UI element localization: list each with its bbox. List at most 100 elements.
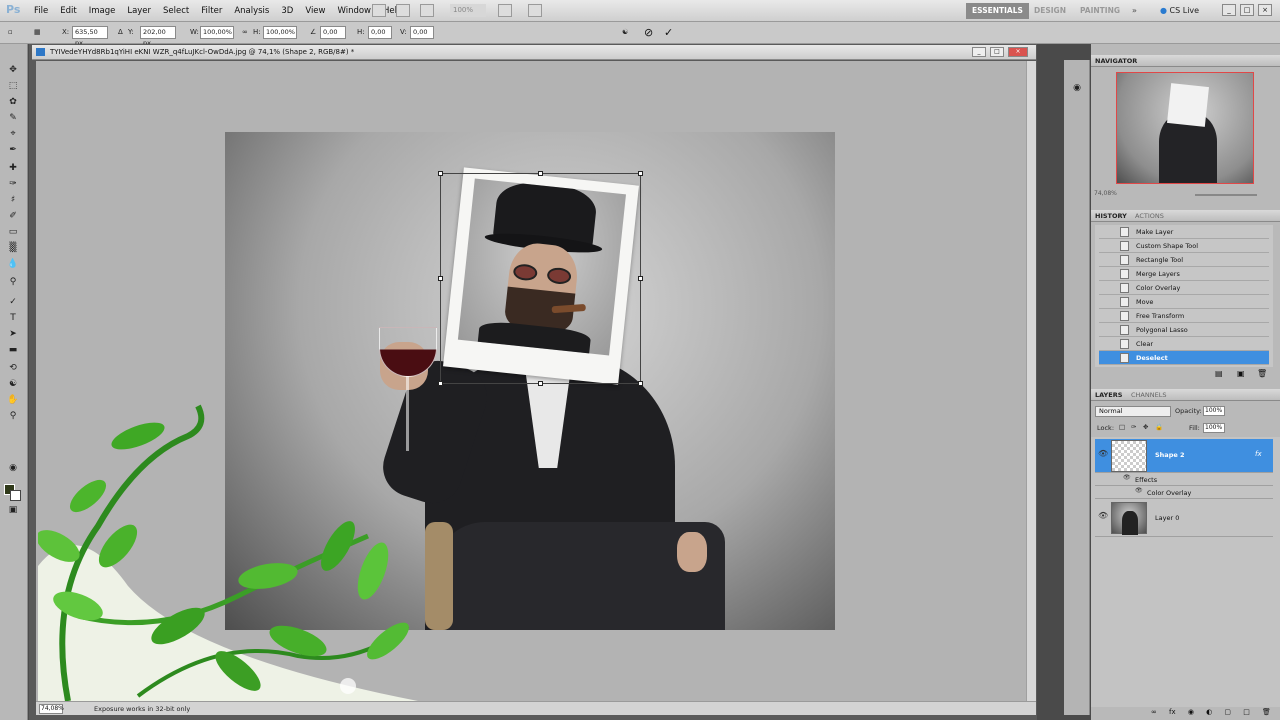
healing-brush-tool-icon[interactable]: ✚ bbox=[6, 162, 20, 174]
lock-image-icon[interactable]: ✑ bbox=[1131, 423, 1136, 431]
shape-tool-icon[interactable]: ▬ bbox=[6, 344, 20, 356]
screen-mode-tool-icon[interactable]: ▣ bbox=[6, 504, 20, 516]
lock-position-icon[interactable]: ✥ bbox=[1143, 423, 1148, 431]
cancel-transform-icon[interactable]: ⊘ bbox=[644, 26, 653, 39]
history-item[interactable]: Clear bbox=[1099, 337, 1269, 351]
doc-restore-icon[interactable]: □ bbox=[990, 47, 1004, 57]
v-skew-field[interactable]: 0,00 bbox=[410, 26, 434, 39]
status-text[interactable]: Exposure works in 32-bit only bbox=[94, 705, 190, 713]
document-tab[interactable]: TYIVedeYHYd8Rb1qYiHI eKNI WZR_q4fLuJKcl-… bbox=[32, 45, 1036, 60]
transform-handle-tc[interactable] bbox=[538, 171, 543, 176]
crop-tool-icon[interactable]: ⌖ bbox=[6, 128, 20, 140]
navigator-dock-icon[interactable]: ◉ bbox=[1070, 82, 1084, 94]
menu-view[interactable]: View bbox=[299, 0, 331, 22]
dodge-tool-icon[interactable]: ⚲ bbox=[6, 276, 20, 288]
x-position-field[interactable]: 635,50 px bbox=[72, 26, 108, 47]
navigator-zoom-slider[interactable] bbox=[1195, 194, 1257, 196]
link-layers-icon[interactable]: ∞ bbox=[1151, 708, 1157, 718]
eraser-tool-icon[interactable]: ▭ bbox=[6, 226, 20, 238]
delete-state-icon[interactable]: 🗑 bbox=[1257, 369, 1267, 378]
zoom-level-field[interactable]: 100% bbox=[450, 4, 486, 17]
effect-eye-icon[interactable]: 👁 bbox=[1135, 487, 1143, 494]
tool-preset-icon[interactable]: ▫ bbox=[8, 28, 13, 36]
mini-bridge-icon[interactable] bbox=[396, 4, 410, 17]
workspace-painting-button[interactable]: PAINTING bbox=[1074, 3, 1126, 19]
tab-layers[interactable]: LAYERS bbox=[1091, 390, 1126, 401]
tab-channels[interactable]: CHANNELS bbox=[1127, 390, 1170, 401]
transform-handle-bl[interactable] bbox=[438, 381, 443, 386]
bridge-icon[interactable] bbox=[372, 4, 386, 17]
layer-effect-item-row[interactable]: 👁 Color Overlay bbox=[1095, 486, 1273, 499]
zoom-tool-icon[interactable]: ⚲ bbox=[6, 410, 20, 422]
reference-point-icon[interactable]: ▦ bbox=[34, 28, 41, 36]
eyedropper-tool-icon[interactable]: ✒ bbox=[6, 144, 20, 156]
effects-eye-icon[interactable]: 👁 bbox=[1123, 474, 1131, 481]
pen-tool-icon[interactable]: ✓ bbox=[6, 296, 20, 308]
path-selection-tool-icon[interactable]: ➤ bbox=[6, 328, 20, 340]
menu-filter[interactable]: Filter bbox=[195, 0, 228, 22]
new-layer-icon[interactable]: □ bbox=[1243, 708, 1250, 718]
3d-rotate-tool-icon[interactable]: ⟲ bbox=[6, 362, 20, 374]
height-field[interactable]: 100,00% bbox=[263, 26, 297, 39]
blur-tool-icon[interactable]: 💧 bbox=[6, 258, 20, 270]
tab-history[interactable]: HISTORY bbox=[1091, 211, 1131, 222]
transform-handle-tl[interactable] bbox=[438, 171, 443, 176]
menu-analysis[interactable]: Analysis bbox=[228, 0, 275, 22]
add-mask-icon[interactable]: ◉ bbox=[1188, 708, 1194, 718]
screen-mode-icon[interactable] bbox=[528, 4, 542, 17]
menu-edit[interactable]: Edit bbox=[54, 0, 82, 22]
doc-close-icon[interactable]: × bbox=[1008, 47, 1028, 57]
layer-row-layer-0[interactable]: 👁 Layer 0 bbox=[1095, 499, 1273, 537]
gradient-tool-icon[interactable]: ▒ bbox=[6, 242, 20, 254]
history-item[interactable]: Polygonal Lasso bbox=[1099, 323, 1269, 337]
transform-handle-tr[interactable] bbox=[638, 171, 643, 176]
visibility-eye-icon[interactable]: 👁 bbox=[1098, 449, 1108, 458]
menu-select[interactable]: Select bbox=[157, 0, 195, 22]
warp-mode-icon[interactable]: ☯ bbox=[622, 28, 628, 36]
h-skew-field[interactable]: 0,00 bbox=[368, 26, 392, 39]
transform-handle-bc[interactable] bbox=[538, 381, 543, 386]
navigator-zoom-value[interactable]: 74,08% bbox=[1094, 190, 1117, 197]
transform-handle-ml[interactable] bbox=[438, 276, 443, 281]
menu-window[interactable]: Window bbox=[331, 0, 377, 22]
close-icon[interactable]: × bbox=[1258, 4, 1272, 16]
quick-select-tool-icon[interactable]: ✎ bbox=[6, 112, 20, 124]
commit-transform-icon[interactable]: ✓ bbox=[664, 26, 673, 39]
transform-handle-br[interactable] bbox=[638, 381, 643, 386]
fx-badge-icon[interactable]: fx bbox=[1255, 450, 1262, 458]
visibility-eye-icon[interactable]: 👁 bbox=[1098, 511, 1108, 520]
vertical-scrollbar[interactable] bbox=[1026, 61, 1036, 701]
tab-navigator[interactable]: NAVIGATOR bbox=[1091, 56, 1141, 67]
adjustment-layer-icon[interactable]: ◐ bbox=[1206, 708, 1212, 718]
move-tool-icon[interactable]: ✥ bbox=[6, 64, 20, 76]
view-extras-icon[interactable] bbox=[420, 4, 434, 17]
relative-position-icon[interactable]: Δ bbox=[118, 28, 123, 36]
history-item[interactable]: Free Transform bbox=[1099, 309, 1269, 323]
link-icon[interactable]: ∞ bbox=[242, 28, 248, 36]
history-item[interactable]: Rectangle Tool bbox=[1099, 253, 1269, 267]
lock-transparency-icon[interactable]: □ bbox=[1119, 423, 1125, 431]
workspace-more-button[interactable]: » bbox=[1126, 3, 1143, 19]
menu-image[interactable]: Image bbox=[83, 0, 122, 22]
history-item[interactable]: Custom Shape Tool bbox=[1099, 239, 1269, 253]
rotate-angle-field[interactable]: 0,00 bbox=[320, 26, 346, 39]
restore-icon[interactable]: □ bbox=[1240, 4, 1254, 16]
lock-all-icon[interactable]: 🔒 bbox=[1155, 423, 1163, 431]
layer-row-shape-2[interactable]: 👁 Shape 2 fx bbox=[1095, 439, 1273, 473]
add-style-icon[interactable]: fx bbox=[1169, 708, 1176, 718]
doc-minimize-icon[interactable]: _ bbox=[972, 47, 986, 57]
width-field[interactable]: 100,00% bbox=[200, 26, 234, 39]
history-item-selected[interactable]: Deselect bbox=[1099, 351, 1269, 365]
type-tool-icon[interactable]: T bbox=[6, 312, 20, 324]
menu-file[interactable]: File bbox=[28, 0, 54, 22]
marquee-tool-icon[interactable]: ⬚ bbox=[6, 80, 20, 92]
menu-3d[interactable]: 3D bbox=[275, 0, 299, 22]
opacity-field[interactable]: 100% bbox=[1203, 406, 1225, 416]
workspace-design-button[interactable]: DESIGN bbox=[1028, 3, 1072, 19]
history-item[interactable]: Move bbox=[1099, 295, 1269, 309]
cs-live-button[interactable]: ● CS Live bbox=[1160, 3, 1199, 19]
delete-layer-icon[interactable]: 🗑 bbox=[1262, 708, 1271, 718]
new-group-icon[interactable]: ▢ bbox=[1224, 708, 1231, 718]
clone-stamp-tool-icon[interactable]: ♯ bbox=[6, 194, 20, 206]
history-item[interactable]: Color Overlay bbox=[1099, 281, 1269, 295]
